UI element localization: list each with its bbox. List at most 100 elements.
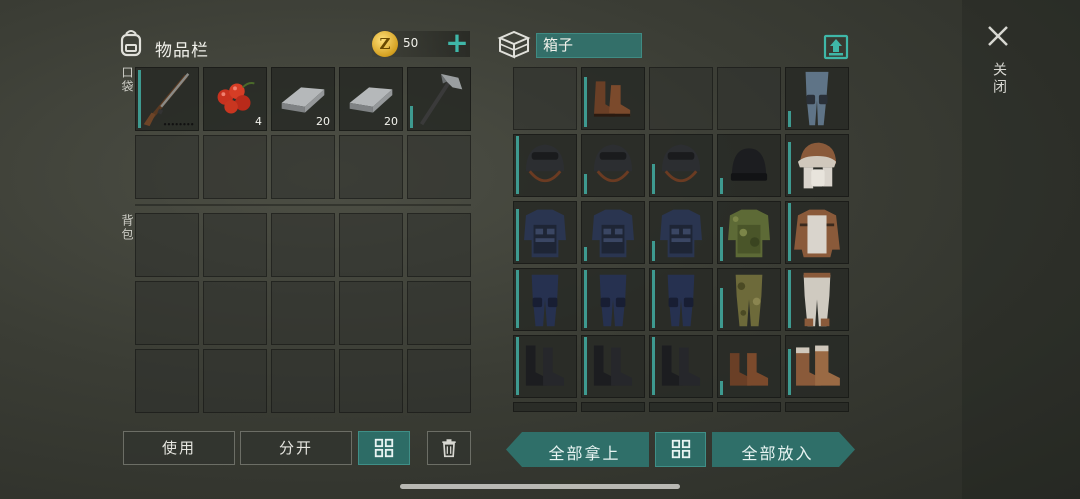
backpack-slot[interactable] xyxy=(135,349,199,413)
container-slot[interactable] xyxy=(649,134,713,197)
backpack-slot[interactable] xyxy=(271,213,335,277)
pocket-slot[interactable]: 20 xyxy=(339,67,403,131)
container-slot[interactable] xyxy=(649,268,713,331)
container-slot[interactable] xyxy=(785,402,849,412)
brown-boots-icon xyxy=(729,353,769,386)
home-indicator[interactable] xyxy=(400,484,680,489)
backpack-slot[interactable] xyxy=(407,213,471,277)
pocket-slot[interactable] xyxy=(339,135,403,199)
backpack-slot[interactable] xyxy=(203,349,267,413)
backpack-slot[interactable] xyxy=(339,281,403,345)
upload-icon[interactable] xyxy=(823,32,849,60)
sort-button[interactable] xyxy=(358,431,410,465)
container-slot[interactable] xyxy=(513,67,577,130)
container-slot[interactable] xyxy=(785,268,849,331)
container-slot[interactable] xyxy=(581,67,645,130)
backpack-slot[interactable] xyxy=(407,349,471,413)
container-slot[interactable] xyxy=(717,402,781,412)
container-slot[interactable] xyxy=(785,335,849,398)
container-slot[interactable] xyxy=(717,268,781,331)
pocket-slot[interactable] xyxy=(135,135,199,199)
container-slot[interactable] xyxy=(717,67,781,130)
add-coins-button[interactable]: + xyxy=(444,29,470,57)
leg-guard-icon xyxy=(805,71,829,126)
grid-sort-icon xyxy=(671,439,690,459)
item-quantity: 20 xyxy=(316,115,330,128)
container-slot[interactable] xyxy=(513,201,577,264)
sort-container-button[interactable] xyxy=(655,432,706,467)
rifle-icon xyxy=(143,73,194,127)
camo-vest-icon xyxy=(728,209,770,258)
side-panel xyxy=(962,0,1080,499)
container-slot[interactable] xyxy=(513,268,577,331)
police-pants-icon xyxy=(531,274,559,327)
backpack-slot[interactable] xyxy=(339,349,403,413)
container-grid-next-row xyxy=(513,402,849,412)
police-pants-icon xyxy=(667,274,695,327)
boots-icon xyxy=(593,81,631,117)
container-slot[interactable] xyxy=(513,402,577,412)
police-vest-icon xyxy=(660,209,702,258)
backpack-slot[interactable] xyxy=(339,213,403,277)
backpack-slot[interactable] xyxy=(271,349,335,413)
section-divider xyxy=(135,204,471,206)
helmet-icon xyxy=(525,144,565,183)
container-slot[interactable] xyxy=(649,335,713,398)
beanie-icon xyxy=(730,148,768,181)
container-slot[interactable] xyxy=(785,67,849,130)
ushanka-icon xyxy=(797,142,837,189)
use-button[interactable]: 使用 xyxy=(123,431,235,465)
camo-pants-icon xyxy=(735,274,763,327)
pocket-slot[interactable] xyxy=(407,67,471,131)
police-vest-icon xyxy=(524,209,566,258)
container-slot[interactable] xyxy=(581,335,645,398)
close-label[interactable]: 关闭 xyxy=(989,62,1009,96)
container-slot[interactable] xyxy=(717,335,781,398)
container-slot[interactable] xyxy=(513,335,577,398)
pocket-slot[interactable] xyxy=(271,135,335,199)
take-all-label: 全部拿上 xyxy=(548,444,621,463)
container-slot[interactable] xyxy=(785,201,849,264)
pocket-slot[interactable]: 20 xyxy=(271,67,335,131)
container-slot[interactable] xyxy=(513,134,577,197)
container-grid xyxy=(513,67,849,398)
close-icon[interactable] xyxy=(986,24,1010,48)
pocket-grid: 4 20 20 xyxy=(135,67,471,199)
coin-icon: Z xyxy=(372,31,398,57)
container-slot[interactable] xyxy=(649,402,713,412)
black-boots-icon xyxy=(525,345,565,386)
split-button[interactable]: 分开 xyxy=(240,431,352,465)
container-slot[interactable] xyxy=(717,201,781,264)
container-slot[interactable] xyxy=(581,268,645,331)
backpack-slot[interactable] xyxy=(407,281,471,345)
black-boots-icon xyxy=(593,345,633,386)
backpack-slot[interactable] xyxy=(135,213,199,277)
container-slot[interactable] xyxy=(785,134,849,197)
pocket-slot[interactable]: 4 xyxy=(203,67,267,131)
pocket-slot[interactable] xyxy=(135,67,199,131)
police-vest-icon xyxy=(592,209,634,258)
leather-jacket-icon xyxy=(794,209,840,258)
container-slot[interactable] xyxy=(581,402,645,412)
backpack-label: 背包 xyxy=(120,214,134,242)
hatchet-icon xyxy=(419,73,463,126)
container-slot[interactable] xyxy=(581,134,645,197)
item-quantity: 20 xyxy=(384,115,398,128)
trash-button[interactable] xyxy=(427,431,471,465)
backpack-slot[interactable] xyxy=(271,281,335,345)
backpack-slot[interactable] xyxy=(135,281,199,345)
put-all-label: 全部放入 xyxy=(741,444,814,463)
grid-sort-icon xyxy=(374,438,394,458)
pocket-slot[interactable] xyxy=(203,135,267,199)
white-pants-icon xyxy=(803,272,831,327)
pocket-slot[interactable] xyxy=(407,135,471,199)
backpack-slot[interactable] xyxy=(203,213,267,277)
backpack-slot[interactable] xyxy=(203,281,267,345)
pocket-label: 口袋 xyxy=(120,66,134,94)
container-slot[interactable] xyxy=(649,201,713,264)
container-slot[interactable] xyxy=(581,201,645,264)
backpack-icon xyxy=(120,30,142,57)
container-slot[interactable] xyxy=(649,67,713,130)
item-quantity: 4 xyxy=(255,115,262,128)
container-slot[interactable] xyxy=(717,134,781,197)
